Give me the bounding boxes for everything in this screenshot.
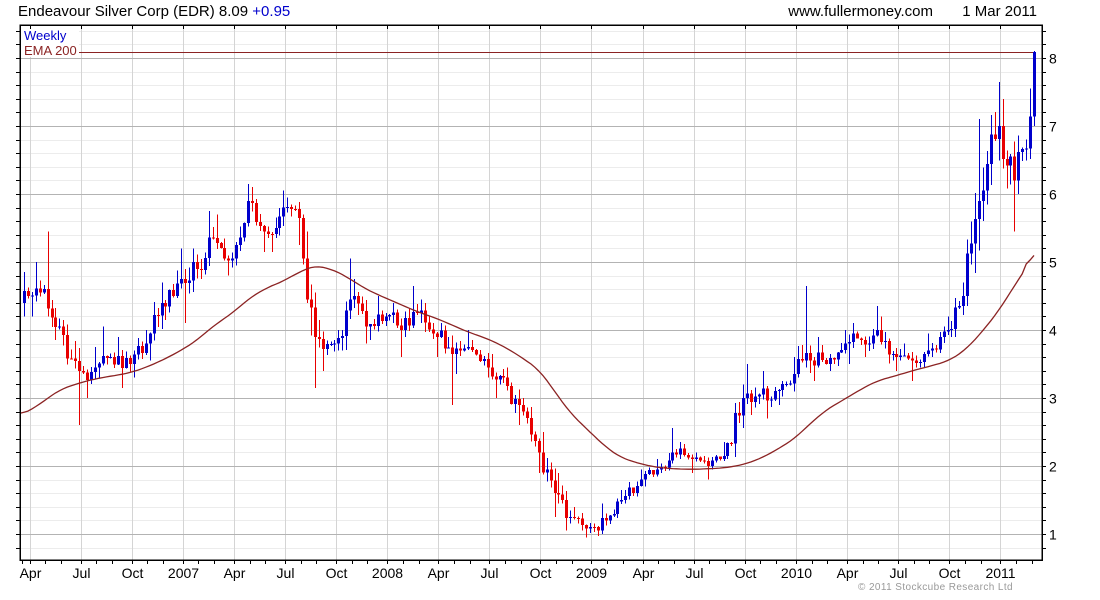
x-tick-label: Jul bbox=[481, 565, 499, 581]
x-tick-label: Oct bbox=[530, 565, 552, 581]
y-tick-label: 5 bbox=[1049, 255, 1057, 271]
x-tick-label: Apr bbox=[20, 565, 42, 581]
x-tick-label: Jul bbox=[73, 565, 91, 581]
x-tick-label: Oct bbox=[735, 565, 757, 581]
legend-ema-200: EMA 200 bbox=[24, 43, 77, 58]
x-tick-label: Oct bbox=[122, 565, 144, 581]
legend-weekly: Weekly bbox=[24, 28, 67, 43]
x-tick-label: 2010 bbox=[781, 565, 812, 581]
x-tick-label: Apr bbox=[633, 565, 655, 581]
x-tick-label: Apr bbox=[428, 565, 450, 581]
x-tick-label: 2011 bbox=[985, 565, 1015, 581]
x-tick-label: 2009 bbox=[576, 565, 607, 581]
fullermoney-chart-page: Endeavour Silver Corp (EDR) 8.09 +0.95 w… bbox=[0, 0, 1100, 600]
ema-line bbox=[19, 254, 1035, 470]
x-tick-label: Oct bbox=[326, 565, 348, 581]
y-tick-label: 3 bbox=[1049, 391, 1057, 407]
x-tick-label: Jul bbox=[890, 565, 908, 581]
legend-background: WeeklyEMA 200 bbox=[21, 27, 79, 58]
y-tick-label: 1 bbox=[1049, 527, 1057, 543]
x-tick-label: Apr bbox=[224, 565, 246, 581]
y-tick-label: 8 bbox=[1049, 51, 1057, 67]
y-tick-label: 4 bbox=[1049, 323, 1057, 339]
x-tick-label: Oct bbox=[939, 565, 961, 581]
x-tick-label: Jul bbox=[686, 565, 704, 581]
axis-labels: 1 2 3 4 5 6 7 8 Apr Jul Oct 2007 Apr Jul Oct 2008 Apr Jul… bbox=[20, 51, 1057, 582]
y-tick-label: 2 bbox=[1049, 459, 1057, 475]
y-tick-label: 7 bbox=[1049, 119, 1057, 135]
x-tick-label: 2007 bbox=[168, 565, 199, 581]
copyright-notice: © 2011 Stockcube Research Ltd bbox=[858, 582, 1013, 593]
candles bbox=[23, 51, 1036, 538]
x-tick-label: Jul bbox=[277, 565, 295, 581]
y-tick-label: 6 bbox=[1049, 187, 1057, 203]
weekly-candlestick-chart: Weekly EMA 200 1 2 3 4 5 6 7 8 Apr Jul Oct 2007 Apr Jul… bbox=[0, 0, 1100, 600]
candlestick-chart-svg: WeeklyEMA 200 1 2 3 4 5 6 7 8 Apr Jul Oct 2007 Apr Jul… bbox=[16, 24, 1057, 582]
x-tick-label: 2008 bbox=[372, 565, 403, 581]
x-tick-label: Apr bbox=[837, 565, 859, 581]
